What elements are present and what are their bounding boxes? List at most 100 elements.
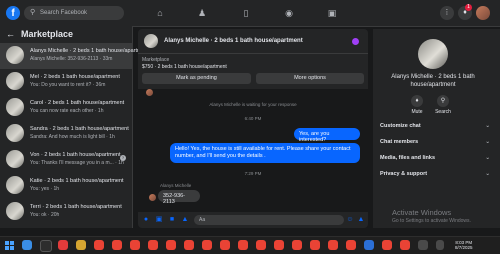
timestamp: 6:40 PM [244, 116, 262, 121]
chevron-down-icon: ⌄ [485, 155, 490, 161]
customize-chat-row[interactable]: Customize chat ⌄ [380, 123, 490, 129]
search-icon[interactable]: ⚲ [437, 95, 449, 107]
mute-label[interactable]: Mute [407, 109, 427, 115]
groups-icon[interactable]: ◉ [283, 7, 295, 19]
chat-members-row[interactable]: Chat members ⌄ [380, 139, 490, 145]
listing-thumbnail [6, 124, 24, 142]
outgoing-message: Hello! Yes, the house is still available… [170, 143, 360, 163]
gaming-icon[interactable]: ▣ [326, 7, 338, 19]
chrome-icon[interactable] [328, 240, 338, 250]
watermark-subtitle: Go to Settings to activate Windows. [392, 218, 471, 224]
listing-thumbnail [6, 72, 24, 90]
search-icon: ⚲ [30, 9, 36, 16]
conversation-title: Mel · 2 beds 1 bath house/apartment [30, 74, 120, 80]
more-options-button[interactable]: More options [256, 73, 364, 84]
profile-avatar[interactable] [476, 6, 490, 20]
info-icon[interactable]: ? [120, 155, 126, 161]
search-label[interactable]: Search [433, 109, 453, 115]
listing-photo[interactable] [418, 39, 448, 69]
conversation-item[interactable]: Katie · 2 beds 1 bath house/apartment Yo… [0, 173, 132, 199]
chrome-icon[interactable] [382, 240, 392, 250]
sender-avatar [146, 89, 153, 96]
marketplace-icon[interactable]: ▯ [240, 7, 252, 19]
conversation-title: Katie · 2 beds 1 bath house/apartment [30, 178, 124, 184]
chat-title[interactable]: Alanys Michelle · 2 beds 1 bath house/ap… [164, 38, 303, 44]
conversation-item[interactable]: Von · 2 beds 1 bath house/apartment You:… [0, 147, 132, 173]
chrome-icon[interactable] [310, 240, 320, 250]
conversation-item[interactable]: Carol · 2 beds 1 bath house/apartment Yo… [0, 95, 132, 121]
app-icon[interactable] [364, 240, 374, 250]
listing-price[interactable]: $750 · 2 beds 1 bath house/apartment [142, 64, 227, 70]
chrome-icon[interactable] [220, 240, 230, 250]
microphone-icon[interactable]: ● [142, 216, 150, 224]
like-icon[interactable]: ▲ [357, 216, 365, 224]
waiting-notice: Alanys Michelle is waiting for your resp… [209, 102, 297, 107]
app-icon[interactable] [40, 240, 52, 252]
mark-as-pending-button[interactable]: Mark as pending [142, 73, 251, 84]
windows-start-icon[interactable] [5, 241, 14, 250]
clock-date: 8/7/2025 [455, 245, 473, 250]
media-files-links-row[interactable]: Media, files and links ⌄ [380, 155, 490, 161]
chrome-icon[interactable] [112, 240, 122, 250]
search-placeholder: Search Facebook [40, 10, 88, 16]
chrome-icon[interactable] [256, 240, 266, 250]
bell-icon[interactable]: ♦ [411, 95, 423, 107]
facebook-logo[interactable]: f [6, 6, 20, 20]
sidebar-title: Marketplace [21, 29, 74, 39]
chrome-icon[interactable] [400, 240, 410, 250]
search-input[interactable]: ⚲ Search Facebook [24, 6, 124, 20]
chrome-icon[interactable] [184, 240, 194, 250]
menu-grid-icon[interactable]: ⋮ [440, 6, 454, 20]
chat-thumbnail[interactable] [144, 34, 158, 48]
row-label: Chat members [380, 139, 419, 145]
chrome-icon[interactable] [346, 240, 356, 250]
watermark-title: Activate Windows [392, 208, 452, 217]
conversation-item[interactable]: Sandra · 2 beds 1 bath house/apartment S… [0, 121, 132, 147]
outgoing-message: Yes, are you interested? [294, 128, 360, 143]
app-icon[interactable] [418, 240, 428, 250]
chrome-icon[interactable] [238, 240, 248, 250]
message-composer: ● ▣ ■ ▲ Aa ☺ ▲ [138, 212, 368, 228]
conversation-preview: Alanys Michelle: 352-936-2113 · 33m [30, 56, 113, 62]
system-tray-icon[interactable] [436, 240, 444, 250]
chrome-icon[interactable] [274, 240, 284, 250]
chrome-icon[interactable] [148, 240, 158, 250]
sticker-icon[interactable]: ■ [168, 216, 176, 224]
chat-header: Alanys Michelle · 2 beds 1 bath house/ap… [138, 29, 368, 54]
gif-icon[interactable]: ▲ [181, 216, 189, 224]
conversation-title: Sandra · 2 beds 1 bath house/apartment [30, 126, 129, 132]
play-icon[interactable] [22, 240, 32, 250]
friends-icon[interactable]: ♟ [196, 7, 208, 19]
message-thread[interactable]: Alanys Michelle is waiting for your resp… [138, 89, 368, 212]
chrome-icon[interactable] [130, 240, 140, 250]
image-icon[interactable]: ▣ [155, 216, 163, 224]
message-input[interactable]: Aa [194, 215, 344, 225]
conversation-title: Carol · 2 beds 1 bath house/apartment [30, 100, 125, 106]
chat-window: Alanys Michelle · 2 beds 1 bath house/ap… [138, 29, 368, 228]
chrome-icon[interactable] [58, 240, 68, 250]
taskbar-clock[interactable]: 8:03 PM 8/7/2025 [455, 240, 473, 250]
conversation-preview: You: ok · 20h [30, 212, 60, 218]
privacy-support-row[interactable]: Privacy & support ⌄ [380, 171, 490, 177]
conversation-preview: You: yes · 1h [30, 186, 60, 192]
conversation-item[interactable]: Alanys Michelle · 2 beds 1 bath house/ap… [0, 43, 149, 69]
activate-windows-watermark: Activate Windows Go to Settings to activ… [392, 208, 471, 224]
chrome-icon[interactable] [292, 240, 302, 250]
folder-icon[interactable] [76, 240, 86, 250]
sidebar-header: ← Marketplace [6, 29, 73, 39]
chat-info-icon[interactable] [352, 38, 359, 45]
emoji-icon[interactable]: ☺ [346, 216, 354, 224]
chrome-icon[interactable] [94, 240, 104, 250]
conversation-item[interactable]: Mel · 2 beds 1 bath house/apartment You:… [0, 69, 132, 95]
sender-name: Alanys Michelle [160, 183, 192, 188]
back-arrow-icon[interactable]: ← [6, 29, 15, 39]
listing-thumbnail [6, 176, 24, 194]
chrome-icon[interactable] [202, 240, 212, 250]
chrome-icon[interactable] [166, 240, 176, 250]
conversation-item[interactable]: Terri · 2 beds 1 bath house/apartment Yo… [0, 199, 132, 225]
chevron-down-icon: ⌄ [485, 139, 490, 145]
chevron-down-icon: ⌄ [485, 171, 490, 177]
listing-thumbnail [6, 46, 24, 64]
conversation-preview: You can now rate each other · 1h [30, 108, 104, 114]
home-icon[interactable]: ⌂ [154, 7, 166, 19]
